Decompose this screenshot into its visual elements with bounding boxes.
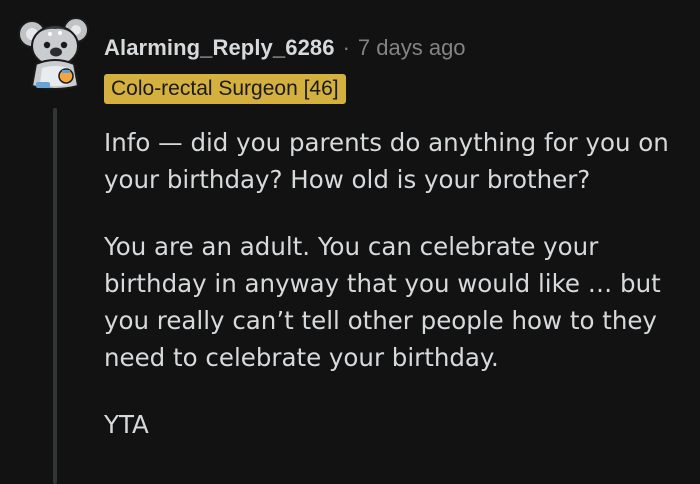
thread-line[interactable] [53,108,57,484]
comment-paragraph-1: Info — did you parents do anything for y… [104,128,669,194]
comment-meta: Alarming_Reply_6286 · 7 days ago [104,33,466,63]
meta-separator: · [342,35,350,60]
timestamp[interactable]: 7 days ago [358,35,466,61]
comment-paragraph-3: YTA [104,410,149,439]
comment-body: Info — did you parents do anything for y… [104,124,694,473]
user-flair-badge: Colo-rectal Surgeon [46] [104,74,346,104]
username-link[interactable]: Alarming_Reply_6286 [104,35,335,61]
comment-paragraph-2: You are an adult. You can celebrate your… [104,232,661,372]
user-avatar-icon[interactable] [18,12,92,92]
comment: Alarming_Reply_6286 · 7 days ago Colo-re… [0,0,700,484]
